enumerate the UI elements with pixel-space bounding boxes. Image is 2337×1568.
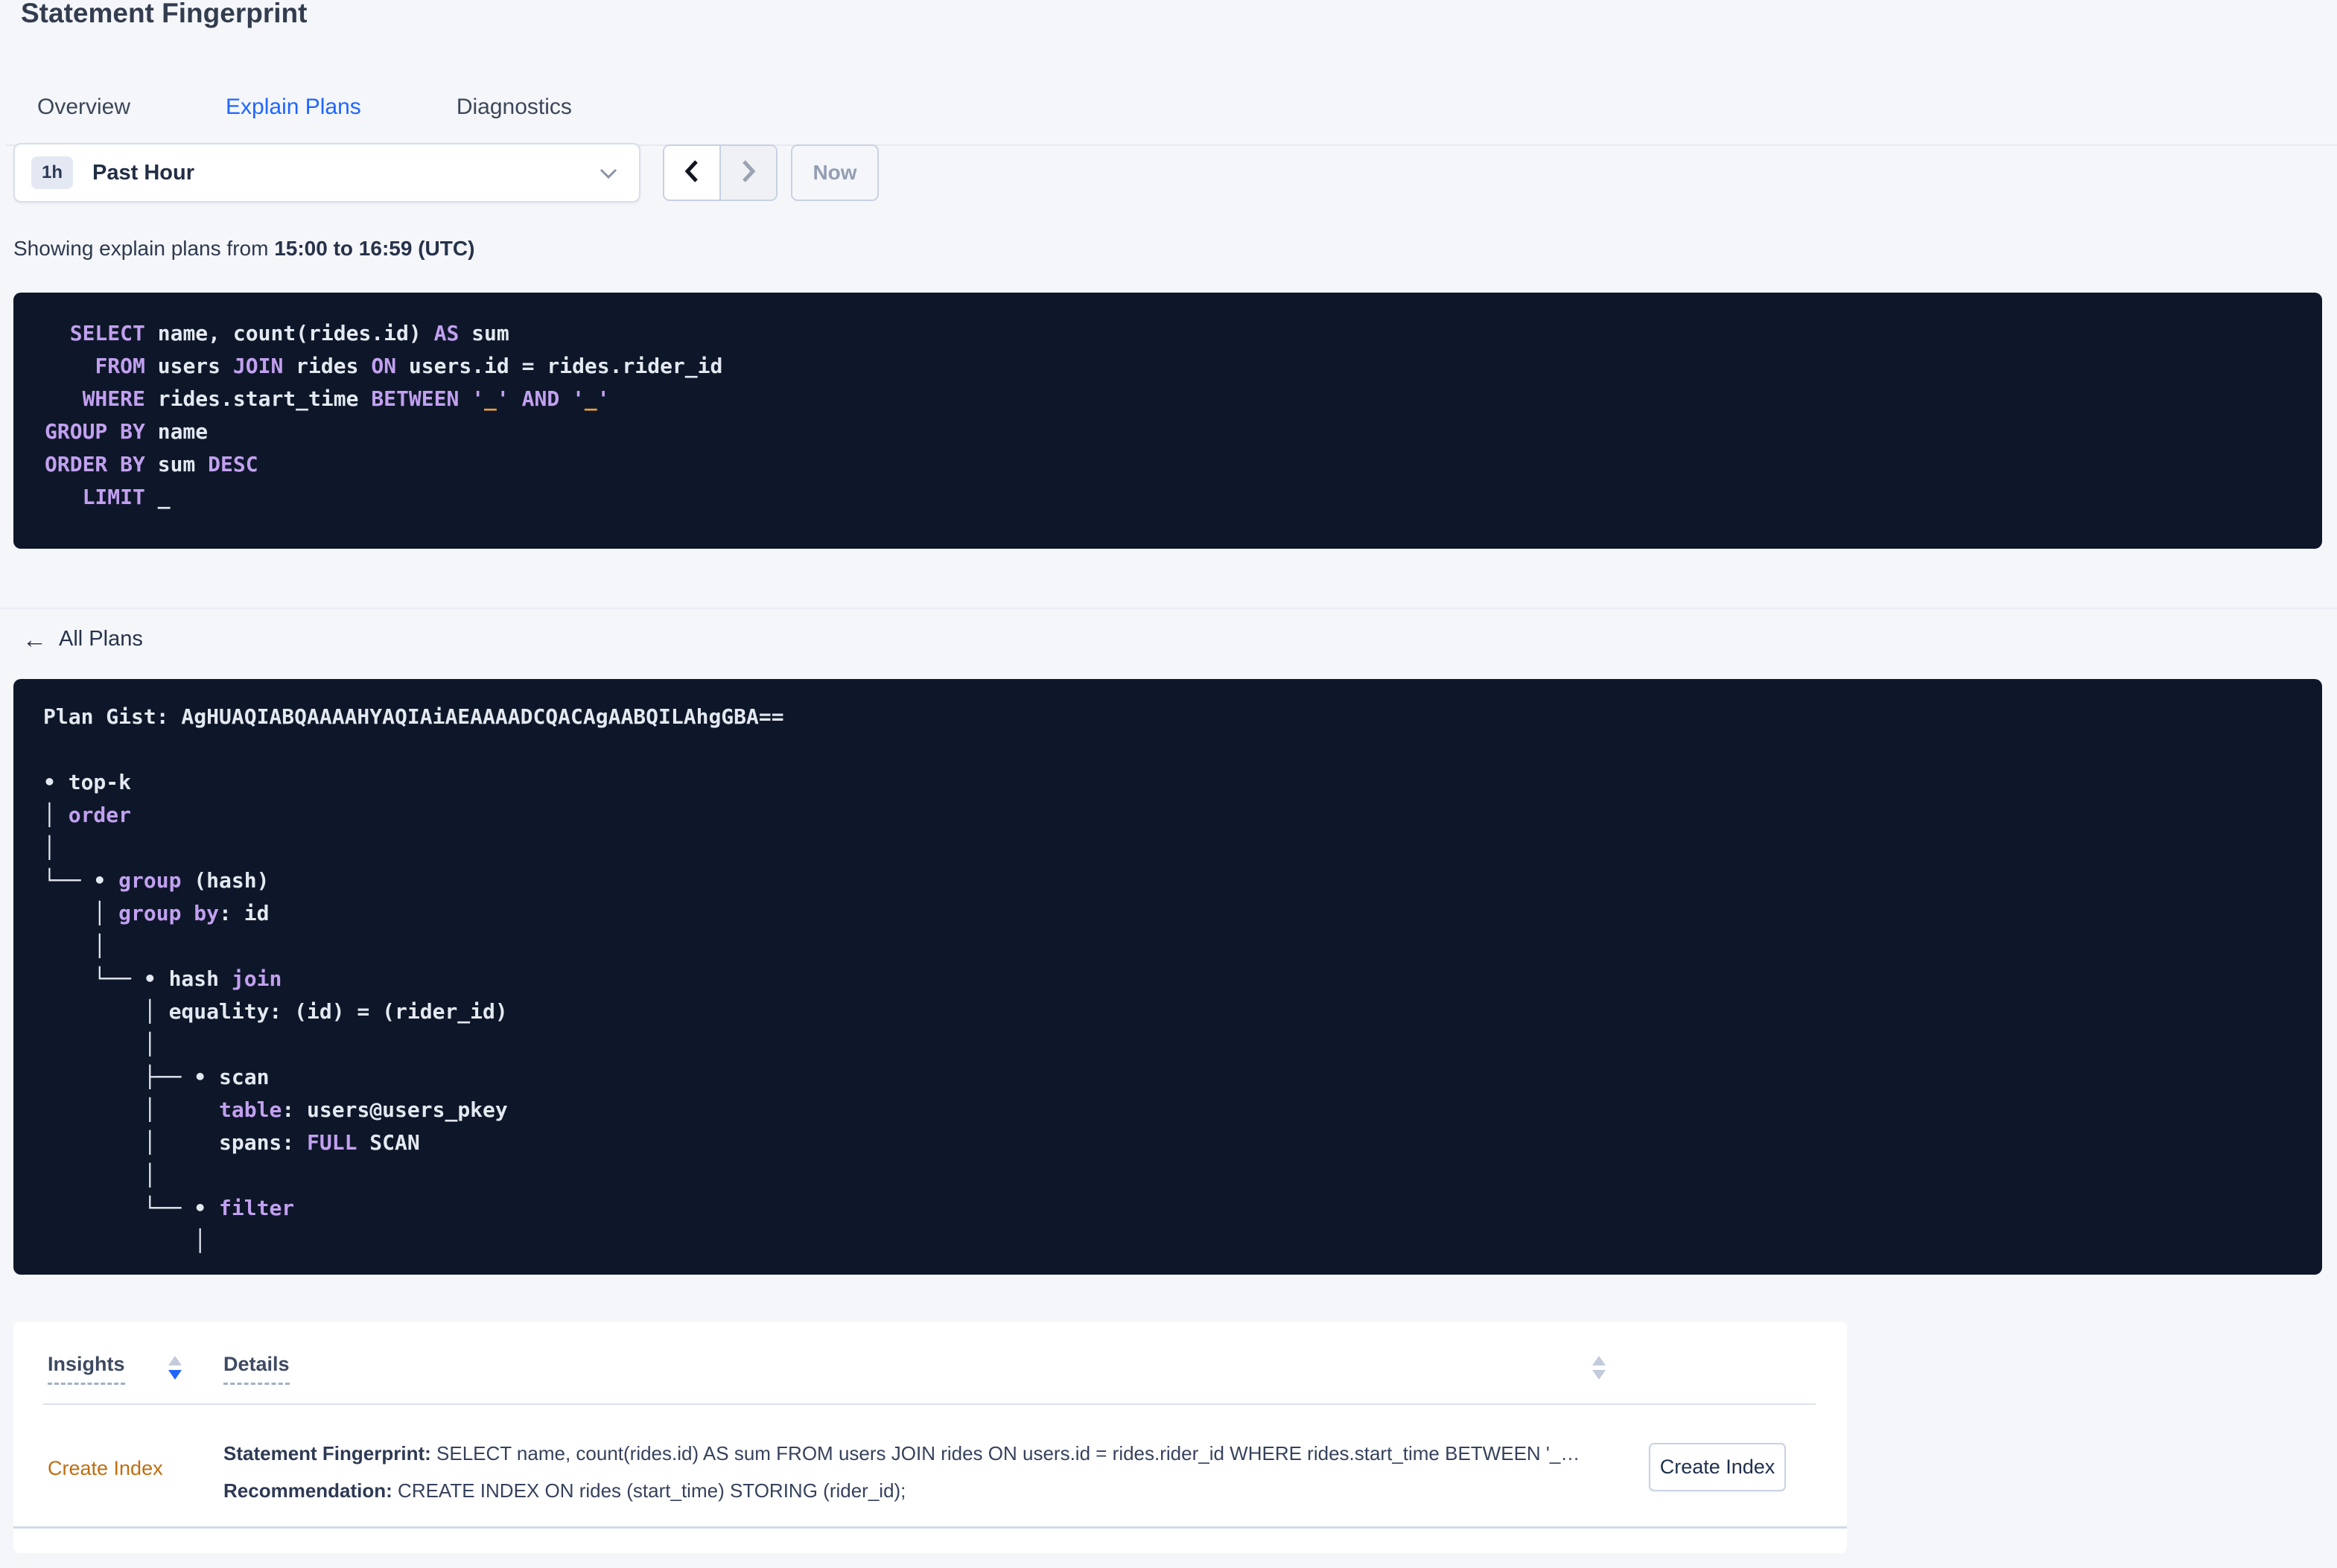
tab-overview[interactable]: Overview <box>13 68 154 146</box>
all-plans-back-link[interactable]: ← All Plans <box>22 627 143 651</box>
table-row-divider <box>13 1526 1847 1529</box>
tab-explain-plans[interactable]: Explain Plans <box>202 68 385 149</box>
tab-explain-plans-label: Explain Plans <box>226 95 361 119</box>
tab-overview-label: Overview <box>37 95 131 119</box>
showing-range-value: 15:00 to 16:59 (UTC) <box>274 237 475 260</box>
section-divider <box>0 608 2337 609</box>
column-header-details-label: Details <box>223 1353 290 1385</box>
insights-table-card: Insights Details Create Index Statement … <box>13 1322 1847 1553</box>
time-range-label: Past Hour <box>92 160 194 185</box>
time-range-select[interactable]: 1h Past Hour <box>13 143 640 203</box>
sort-arrow-down-icon <box>168 1370 182 1380</box>
sort-icon-details[interactable] <box>1592 1356 1606 1380</box>
chevron-right-icon <box>740 159 757 188</box>
table-header-divider <box>43 1403 1816 1405</box>
sort-arrow-down-icon <box>1592 1370 1606 1380</box>
insight-type-link[interactable]: Create Index <box>48 1457 163 1480</box>
next-time-button[interactable] <box>721 146 776 200</box>
all-plans-label: All Plans <box>59 627 143 651</box>
column-header-insights-label: Insights <box>48 1353 125 1385</box>
now-button[interactable]: Now <box>791 144 879 201</box>
chevron-down-icon <box>599 167 618 184</box>
insight-details-cell: Statement Fingerprint: SELECT name, coun… <box>223 1441 1624 1515</box>
sort-arrow-up-icon <box>168 1356 182 1365</box>
previous-time-button[interactable] <box>664 146 721 200</box>
arrow-left-icon: ← <box>22 625 47 653</box>
tab-diagnostics-label: Diagnostics <box>456 95 572 119</box>
showing-range-prefix: Showing explain plans from <box>13 237 275 260</box>
create-index-button-label: Create Index <box>1659 1456 1775 1478</box>
sort-icon-insights[interactable] <box>168 1356 182 1380</box>
column-header-details[interactable]: Details <box>223 1353 290 1385</box>
detail-statement-fingerprint-text: SELECT name, count(rides.id) AS sum FROM… <box>430 1442 1580 1465</box>
tab-diagnostics[interactable]: Diagnostics <box>433 68 596 146</box>
column-header-insights[interactable]: Insights <box>48 1353 125 1385</box>
detail-statement-fingerprint: Statement Fingerprint: SELECT name, coun… <box>223 1441 1624 1466</box>
statement-fingerprint-page: Statement Fingerprint Overview Explain P… <box>0 0 2337 1568</box>
create-index-button[interactable]: Create Index <box>1649 1443 1786 1491</box>
chevron-left-icon <box>683 159 701 188</box>
detail-recommendation: Recommendation: CREATE INDEX ON rides (s… <box>223 1478 1624 1503</box>
tab-bar: Overview Explain Plans Diagnostics <box>13 68 643 149</box>
detail-recommendation-label: Recommendation: <box>223 1479 392 1502</box>
time-step-button-group <box>663 144 778 201</box>
sql-statement-box: SELECT name, count(rides.id) AS sum FROM… <box>13 293 2322 549</box>
page-title: Statement Fingerprint <box>21 0 308 28</box>
showing-range-text: Showing explain plans from 15:00 to 16:5… <box>13 237 474 261</box>
sort-arrow-up-icon <box>1592 1356 1606 1365</box>
time-range-badge: 1h <box>31 156 74 189</box>
detail-recommendation-text: CREATE INDEX ON rides (start_time) STORI… <box>392 1479 906 1502</box>
detail-statement-fingerprint-label: Statement Fingerprint: <box>223 1442 431 1465</box>
now-button-label: Now <box>813 161 857 184</box>
plan-gist-box: Plan Gist: AgHUAQIABQAAAAHYAQIAiAEAAAADC… <box>13 679 2322 1275</box>
